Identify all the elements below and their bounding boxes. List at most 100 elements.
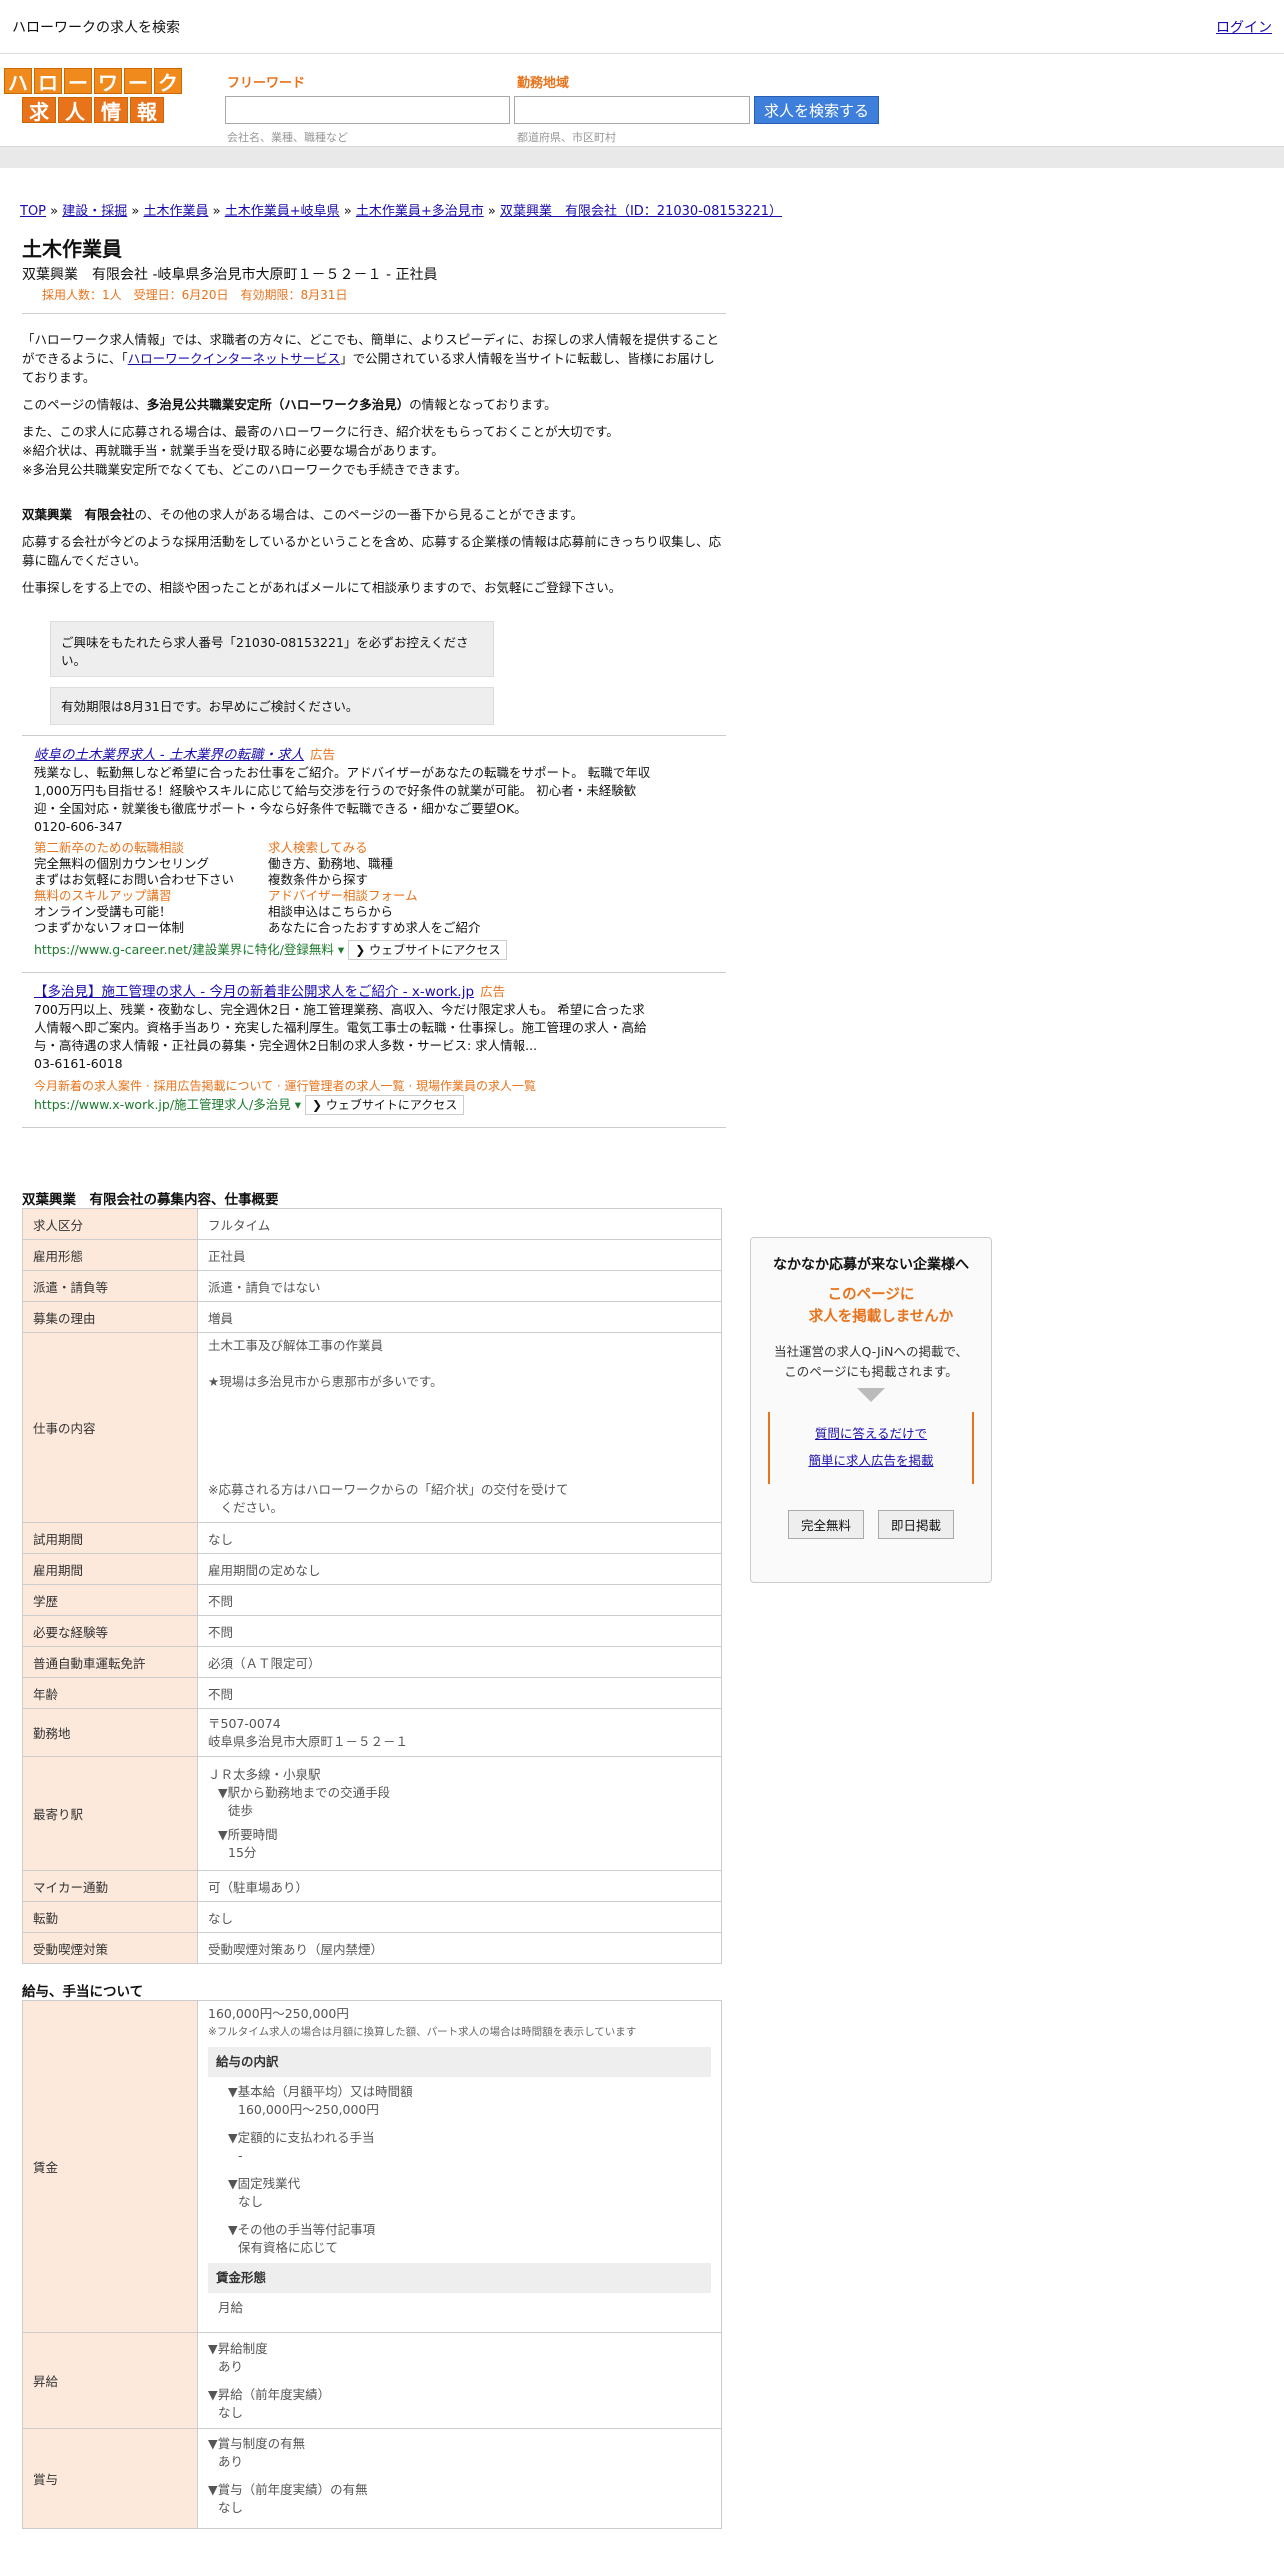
text: ください。: [208, 1500, 284, 1515]
breadcrumb-link[interactable]: 双葉興業 有限会社（ID：21030-08153221）: [500, 204, 782, 219]
table-row: マイカー通勤 可（駐車場あり）: [22, 1870, 722, 1902]
row-key: 普通自動車運転免許: [22, 1646, 198, 1678]
ad-links[interactable]: 今月新着の求人案件 · 採用広告掲載について · 運行管理者の求人一覧 · 現場…: [34, 1077, 654, 1095]
breadcrumb-link[interactable]: 土木作業員+多治見市: [356, 204, 484, 219]
visit-site-button[interactable]: ❯ ウェブサイトにアクセス: [348, 940, 508, 960]
table-row: 雇用期間 雇用期間の定めなし: [22, 1553, 722, 1585]
breadcrumb-link[interactable]: 土木作業員+岐阜県: [225, 204, 340, 219]
row-key: 最寄り駅: [22, 1756, 198, 1871]
ad-tag: 広告: [480, 984, 506, 999]
row-value: 不問: [197, 1615, 722, 1647]
row-key: 受動喫煙対策: [22, 1932, 198, 1964]
text: このページに: [827, 1287, 915, 1303]
ad-headline[interactable]: 【多治見】施工管理の求人 - 今月の新着非公開求人をご紹介 - x-work.j…: [34, 984, 474, 1000]
source-paragraph: このページの情報は、多治見公共職業安定所（ハローワーク多治見）の情報となっており…: [22, 395, 726, 414]
text: ▼その他の手当等付記事項: [228, 2222, 376, 2237]
row-value: 必須（ＡＴ限定可）: [197, 1646, 722, 1678]
freeword-input[interactable]: [225, 96, 510, 124]
arrow-down-icon: [857, 1388, 885, 1402]
row-key: 勤務地: [22, 1708, 198, 1757]
row-key: 学歴: [22, 1584, 198, 1616]
text: このページにも掲載されます。: [784, 1364, 958, 1379]
wage-form-heading: 賃金形態: [208, 2263, 711, 2293]
login-link[interactable]: ログイン: [1216, 17, 1272, 37]
text: 求人を掲載しませんか: [808, 1309, 954, 1325]
ad-headline[interactable]: 岐阜の土木業界求人 - 土木業界の転職・求人: [34, 747, 304, 763]
table-row: 年齢 不問: [22, 1677, 722, 1709]
row-value: ▼賞与制度の有無 あり ▼賞与（前年度実績）の有無 なし: [197, 2428, 722, 2529]
sitelink-text: 働き方、勤務地、職種: [268, 856, 394, 871]
visit-site-button[interactable]: ❯ ウェブサイトにアクセス: [305, 1095, 465, 1115]
promo-link[interactable]: 簡単に求人広告を掲載: [770, 1447, 972, 1474]
logo-char: 人: [58, 97, 92, 124]
ad-sitelink[interactable]: 無料のスキルアップ講習 オンライン受講も可能！ つまずかないフォロー体制: [34, 888, 268, 936]
ad-sitelink[interactable]: アドバイザー相談フォーム 相談申込はこちらから あなたに合ったおすすめ求人をご紹介: [268, 888, 502, 936]
text: ＪＲ太多線・小泉駅: [208, 1766, 321, 1782]
breakdown-heading: 給与の内訳: [208, 2047, 711, 2077]
overview-table: 求人区分 フルタイム 雇用形態 正社員 派遣・請負等 派遣・請負ではない 募集の理由増…: [22, 1208, 722, 1964]
table-row: 学歴 不問: [22, 1584, 722, 1616]
text: ▼固定残業代: [228, 2176, 301, 2191]
employer-promo-box: なかなか応募が来ない企業様へ このページに 求人を掲載しませんか 当社運営の求人…: [750, 1237, 992, 1583]
row-key: 昇給: [22, 2332, 198, 2429]
divider: [22, 735, 726, 736]
sitelink-text: オンライン受講も可能！: [34, 904, 172, 919]
hellowork-link[interactable]: ハローワークインターネットサービス: [128, 351, 341, 366]
overview-title: 双葉興業 有限会社の募集内容、仕事概要: [22, 1192, 279, 1208]
text: 月給: [218, 2300, 244, 2315]
area-input[interactable]: [514, 96, 750, 124]
breadcrumb-link[interactable]: TOP: [20, 204, 46, 219]
row-value: フルタイム: [197, 1208, 722, 1240]
ad-sitelink[interactable]: 第二新卒のための転職相談 完全無料の個別カウンセリング まずはお気軽にお問い合わせ下…: [34, 840, 268, 888]
row-value: ▼昇給制度 あり ▼昇給（前年度実績） なし: [197, 2332, 722, 2429]
text: 保有資格に応じて: [238, 2240, 339, 2255]
other-jobs-paragraph: 双葉興業 有限会社の、その他の求人がある場合は、このページの一番下から見ることが…: [22, 505, 726, 524]
text: ▼昇給制度: [208, 2340, 268, 2356]
sitelink-text: つまずかないフォロー体制: [34, 920, 185, 935]
text: 15分: [228, 1844, 257, 1860]
text: 〒507-0074: [208, 1715, 281, 1731]
free-button[interactable]: 完全無料: [787, 1510, 864, 1539]
logo-char: ハ: [4, 68, 32, 95]
company-name: 双葉興業 有限会社: [22, 507, 135, 522]
sitelink-text: 完全無料の個別カウンセリング: [34, 856, 210, 871]
divider: [22, 972, 726, 973]
header-divider: [0, 146, 1284, 168]
breadcrumb-link[interactable]: 建設・採掘: [62, 204, 127, 219]
ad-url[interactable]: https://www.x-work.jp/施工管理求人/多治見: [34, 1097, 291, 1112]
table-row: 仕事の内容 土木工事及び解体工事の作業員 ★現場は多治見市から恵那市が多いです。…: [22, 1332, 722, 1523]
ad-sitelink[interactable]: 求人検索してみる 働き方、勤務地、職種 複数条件から探す: [268, 840, 502, 888]
site-logo[interactable]: ハ ロ ー ワ ー ク 求 人 情 報: [4, 68, 182, 126]
text: なし: [238, 2194, 264, 2209]
ad-sitelinks: 第二新卒のための転職相談 完全無料の個別カウンセリング まずはお気軽にお問い合わせ下…: [34, 840, 654, 936]
table-row: 最寄り駅 ＪＲ太多線・小泉駅 ▼駅から勤務地までの交通手段 徒歩 ▼所要時間 1…: [22, 1756, 722, 1871]
text: また、この求人に応募される場合は、最寄のハローワークに行き、紹介状をもらっておく…: [22, 424, 619, 439]
ad-phone[interactable]: 0120-606-347: [34, 818, 654, 836]
sitelink-title: 求人検索してみる: [268, 840, 368, 855]
text: あり: [218, 2454, 244, 2469]
text: 土木工事及び解体工事の作業員: [208, 1338, 384, 1353]
chevron-right-icon: ❯: [312, 1098, 326, 1112]
text: の、その他の求人がある場合は、このページの一番下から見ることができます。: [134, 507, 584, 522]
visit-label: ウェブサイトにアクセス: [369, 943, 501, 957]
advice-paragraph: 応募する会社が今どのような採用活動をしているかということを含め、応募する企業様の…: [22, 534, 722, 568]
row-value: 不問: [197, 1584, 722, 1616]
text: ▼賞与（前年度実績）の有無: [208, 2482, 368, 2497]
row-key: 募集の理由: [22, 1301, 198, 1333]
same-day-button[interactable]: 即日掲載: [878, 1510, 955, 1539]
search-button[interactable]: 求人を検索する: [754, 96, 879, 124]
caret-icon: ▾: [337, 942, 345, 957]
text: 岐阜県多治見市大原町１－５２－１: [208, 1733, 409, 1749]
breadcrumb-link[interactable]: 土木作業員: [143, 204, 208, 219]
freeword-label: フリーワード: [227, 76, 306, 91]
job-number-box: ご興味をもたれたら求人番号「21030-08153221」を必ずお控えください。: [50, 621, 494, 677]
promo-title: なかなか応募が来ない企業様へ: [773, 1257, 969, 1273]
logo-char: ロ: [34, 68, 62, 95]
ad-url[interactable]: https://www.g-career.net/建設業界に特化/登録無料: [34, 942, 334, 957]
promo-link[interactable]: 質問に答えるだけで: [770, 1420, 972, 1447]
text: 当社運営の求人Q-JiNへの掲載で、: [774, 1344, 968, 1359]
sitelink-text: まずはお気軽にお問い合わせ下さい: [34, 872, 235, 887]
sitelink-text: あなたに合ったおすすめ求人をご紹介: [268, 920, 481, 935]
intro-paragraph: 「ハローワーク求人情報」では、求職者の方々に、どこでも、簡単に、よりスピーディに…: [22, 330, 726, 387]
ad-phone[interactable]: 03-6161-6018: [34, 1055, 654, 1073]
